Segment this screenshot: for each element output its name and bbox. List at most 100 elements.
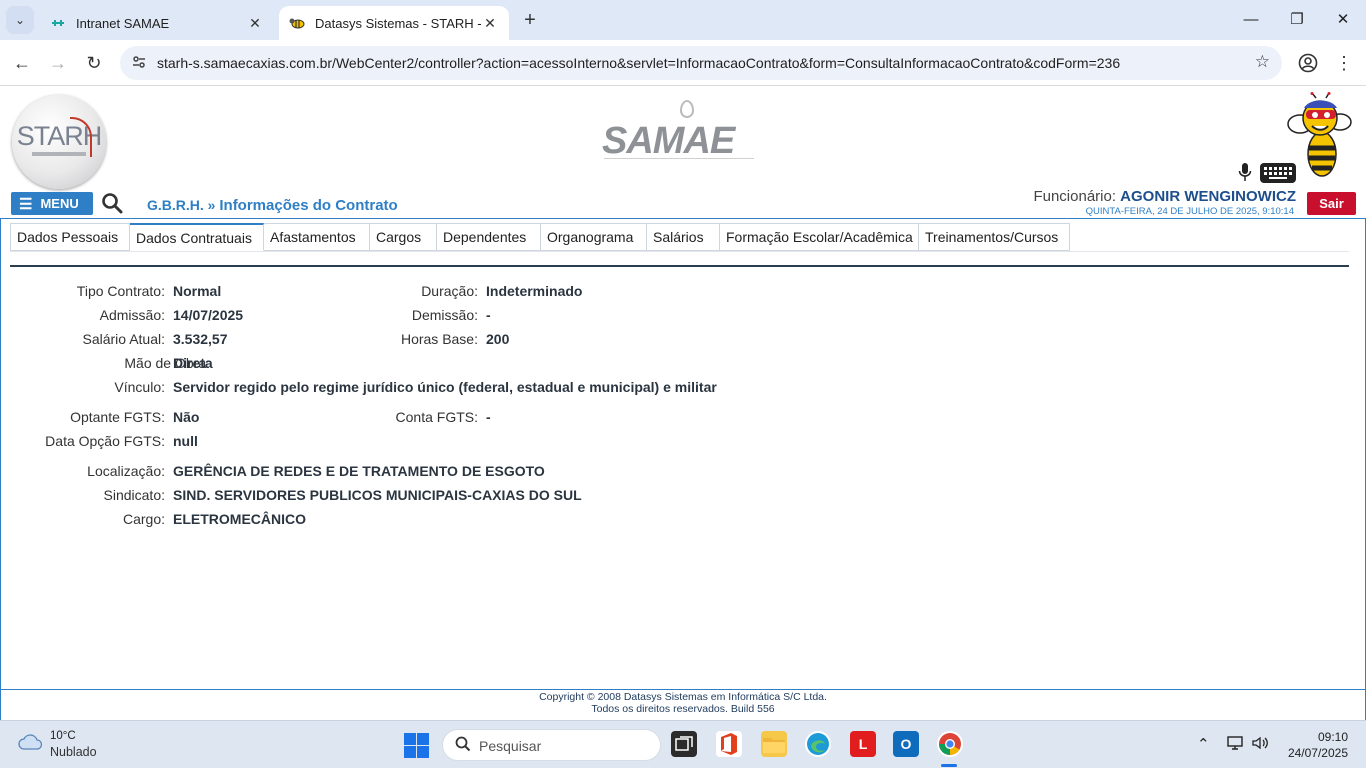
microphone-icon[interactable] [1238,162,1252,182]
tab-salarios[interactable]: Salários [647,223,720,251]
tab-afastamentos[interactable]: Afastamentos [264,223,370,251]
samae-logo-text: SAMAE [602,120,735,162]
bee-favicon-icon [289,15,305,31]
optante-fgts-label: Optante FGTS: [70,409,165,425]
tipo-contrato-value: Normal [173,283,222,299]
data-opcao-fgts-value: null [173,433,198,449]
demissao-value: - [486,307,491,323]
footer-line-1: Copyright © 2008 Datasys Sistemas em Inf… [539,691,827,703]
tray-chevron-up-icon[interactable]: ⌃ [1197,735,1210,753]
clock-time[interactable]: 09:10 [1318,730,1348,744]
forward-arrow-icon[interactable]: → [44,49,72,77]
browser-tabstrip: ⌄ Intranet SAMAE ✕ Datasys Sistemas - ST… [0,0,1366,40]
employee-label: Funcionário: [1033,188,1116,205]
browser-tab-starh[interactable]: Datasys Sistemas - STARH - We ✕ [279,6,509,40]
search-icon [455,736,471,757]
volume-icon[interactable] [1251,735,1269,755]
localizacao-label: Localização: [87,463,165,479]
taskbar-search[interactable]: Pesquisar [442,729,661,761]
breadcrumb-prefix: G.B.R.H. » [147,197,216,213]
demissao-label: Demissão: [411,307,478,323]
employee-name: AGONIR WENGINOWICZ [1120,188,1296,205]
url-text[interactable]: starh-s.samaecaxias.com.br/WebCenter2/co… [157,55,1120,71]
address-bar[interactable]: starh-s.samaecaxias.com.br/WebCenter2/co… [120,46,1282,80]
outlook-icon[interactable]: O [893,731,919,757]
browser-tab-title: Datasys Sistemas - STARH - We [315,15,481,31]
data-opcao-fgts-label: Data Opção FGTS: [45,433,165,449]
cargo-label: Cargo: [122,511,165,527]
menu-label: MENU [40,196,79,211]
admissao-label: Admissão: [99,307,165,323]
duracao-label: Duração: [421,283,478,299]
tab-cargos[interactable]: Cargos [370,223,437,251]
admissao-value: 14/07/2025 [173,307,244,323]
page-border-left [0,219,1,720]
samae-logo-subline [604,158,754,172]
reload-icon[interactable]: ↻ [80,49,108,77]
close-tab-icon[interactable]: ✕ [481,15,499,32]
clock-date[interactable]: 24/07/2025 [1288,746,1348,760]
network-icon[interactable] [1226,735,1244,755]
tab-search-chevron-icon[interactable]: ⌄ [6,6,34,34]
page-title: Informações do Contrato [219,197,398,214]
optante-fgts-value: Não [173,409,200,425]
tab-treinamentos[interactable]: Treinamentos/Cursos [919,223,1070,251]
conta-fgts-value: - [486,409,491,425]
duracao-value: Indeterminado [486,283,583,299]
bookmark-star-icon[interactable]: ☆ [1255,52,1270,72]
new-tab-plus-icon[interactable]: + [516,8,544,34]
mao-de-obra-value: Direta [173,355,213,371]
windows-start-icon[interactable] [404,733,429,758]
footer-divider [0,689,1366,690]
tab-dependentes[interactable]: Dependentes [437,223,541,251]
profile-icon[interactable] [1294,49,1322,77]
salario-atual-label: Salário Atual: [82,331,166,347]
conta-fgts-label: Conta FGTS: [395,409,478,425]
chrome-icon[interactable] [937,731,963,757]
close-tab-icon[interactable]: ✕ [246,15,264,32]
tipo-contrato-label: Tipo Contrato: [76,283,165,299]
employee-info: Funcionário: AGONIR WENGINOWICZ [1033,188,1296,205]
content-divider [10,265,1349,267]
breadcrumb: G.B.R.H. » Informações do Contrato [147,197,398,214]
menu-button[interactable]: ☰ MENU [11,192,93,215]
bee-mascot-icon [1286,92,1352,182]
vinculo-label: Vínculo: [114,379,165,395]
minimize-icon[interactable]: — [1228,6,1274,34]
search-icon[interactable] [101,192,125,216]
weather-temperature[interactable]: 10°C [50,730,76,742]
browser-tab-intranet[interactable]: Intranet SAMAE ✕ [40,6,274,40]
vinculo-value: Servidor regido pelo regime jurídico úni… [173,379,717,395]
more-menu-icon[interactable]: ⋮ [1330,49,1358,77]
tab-dados-contratuais[interactable]: Dados Contratuais [130,223,264,251]
file-explorer-icon[interactable] [761,731,787,757]
site-settings-icon[interactable] [130,54,148,72]
logout-button[interactable]: Sair [1307,192,1356,215]
sindicato-label: Sindicato: [103,487,165,503]
starh-logo: STARH [12,95,106,189]
localizacao-value: GERÊNCIA DE REDES E DE TRATAMENTO DE ESG… [173,463,545,479]
weather-condition[interactable]: Nublado [50,745,97,759]
browser-tab-title: Intranet SAMAE [76,15,170,31]
footer-line-2: Todos os direitos reservados. Build 556 [591,703,775,715]
tab-formacao[interactable]: Formação Escolar/Acadêmica [720,223,919,251]
back-arrow-icon[interactable]: ← [8,49,36,77]
tabs-underline [10,251,1349,252]
windows-taskbar: 10°C Nublado Pesquisar L O ⌃ 09:10 24/07… [0,720,1366,768]
tab-organograma[interactable]: Organograma [541,223,647,251]
edge-icon[interactable] [805,731,831,757]
samae-logo: SAMAE [600,90,760,186]
active-app-indicator [941,764,957,767]
session-datetime: QUINTA-FEIRA, 24 DE JULHO DE 2025, 9:10:… [1085,206,1294,217]
cloud-icon[interactable] [18,731,44,753]
window-close-icon[interactable]: ✕ [1320,6,1366,34]
horas-base-label: Horas Base: [400,331,478,347]
office-icon[interactable] [716,731,742,757]
l-app-icon[interactable]: L [850,731,876,757]
samae-drop-icon [680,100,694,118]
restore-icon[interactable]: ❐ [1274,6,1320,34]
tab-dados-pessoais[interactable]: Dados Pessoais [10,223,130,251]
task-view-icon[interactable] [671,731,697,757]
intranet-favicon-icon [50,15,66,31]
horas-base-value: 200 [486,331,510,347]
